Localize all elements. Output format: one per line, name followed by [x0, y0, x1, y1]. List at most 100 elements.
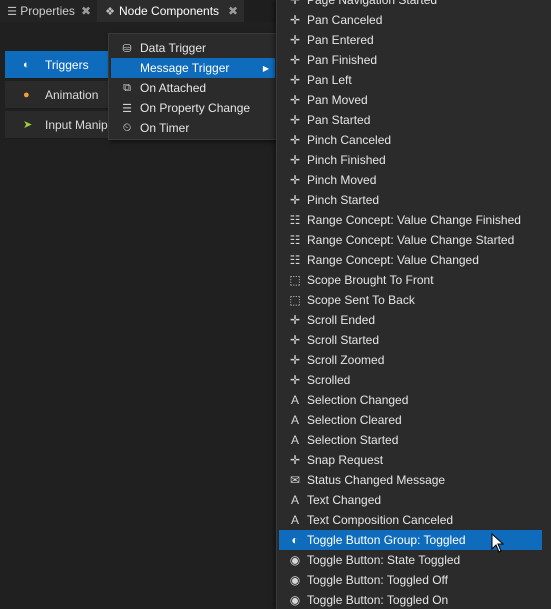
menu-item-snap-request[interactable]: ✛ Snap Request [279, 450, 542, 470]
menu-item-label: Pan Started [307, 113, 371, 127]
menu-item-label: Data Trigger [140, 41, 207, 55]
pan-icon: ✛ [289, 53, 301, 67]
menu-item-data-trigger[interactable]: ⛁ Data Trigger [111, 38, 275, 58]
menu-item-pinch-finished[interactable]: ✛ Pinch Finished [279, 150, 542, 170]
range-icon: ☷ [289, 233, 301, 247]
component-item-triggers[interactable]: ◐ Triggers [5, 51, 113, 79]
menu-item-page-navigation-started[interactable]: ✛ Page Navigation Started [279, 0, 542, 10]
menu-item-label: Selection Cleared [307, 413, 402, 427]
menu-item-label: Scope Brought To Front [307, 273, 434, 287]
menu-item-pan-started[interactable]: ✛ Pan Started [279, 110, 542, 130]
component-item-animation[interactable]: ● Animation [5, 81, 113, 109]
menu-item-scope-sent-to-back[interactable]: ⬚ Scope Sent To Back [279, 290, 542, 310]
menu-item-pan-finished[interactable]: ✛ Pan Finished [279, 50, 542, 70]
menu-item-on-property-change[interactable]: ☰ On Property Change [111, 98, 275, 118]
menu-item-scope-brought-to-front[interactable]: ⬚ Scope Brought To Front [279, 270, 542, 290]
menu-item-selection-cleared[interactable]: A Selection Cleared [279, 410, 542, 430]
menu-item-label: Toggle Button Group: Toggled [307, 533, 466, 547]
tab-label: Node Components [119, 4, 220, 18]
node-components-icon: ❖ [105, 5, 115, 18]
toggle-group-icon: ◐ [291, 533, 299, 547]
menu-item-pan-canceled[interactable]: ✛ Pan Canceled [279, 10, 542, 30]
menu-item-pinch-canceled[interactable]: ✛ Pinch Canceled [279, 130, 542, 150]
pan-icon: ✛ [289, 33, 301, 47]
menu-item-pinch-moved[interactable]: ✛ Pinch Moved [279, 170, 542, 190]
menu-item-scrolled[interactable]: ✛ Scrolled [279, 370, 542, 390]
menu-item-label: Selection Started [307, 433, 399, 447]
pan-icon: ✛ [289, 113, 301, 127]
pan-icon: ✛ [289, 353, 301, 367]
menu-item-on-timer[interactable]: ⏲ On Timer [111, 118, 275, 138]
menu-item-label: Toggle Button: State Toggled [307, 553, 461, 567]
menu-item-scroll-ended[interactable]: ✛ Scroll Ended [279, 310, 542, 330]
menu-item-range-concept-value-changed[interactable]: ☷ Range Concept: Value Changed [279, 250, 542, 270]
menu-item-range-concept-value-change-started[interactable]: ☷ Range Concept: Value Change Started [279, 230, 542, 250]
menu-item-pinch-started[interactable]: ✛ Pinch Started [279, 190, 542, 210]
menu-item-selection-started[interactable]: A Selection Started [279, 430, 542, 450]
menu-item-label: Scroll Ended [307, 313, 376, 327]
toggle-button-icon: ◉ [289, 553, 301, 567]
menu-item-label: Scope Sent To Back [307, 293, 415, 307]
menu-item-label: Scroll Zoomed [307, 353, 385, 367]
tab-node-components[interactable]: ❖ Node Components ✖ [97, 0, 244, 22]
menu-item-label: Pan Finished [307, 53, 378, 67]
menu-item-status-changed-message[interactable]: ✉ Status Changed Message [279, 470, 542, 490]
animation-icon: ● [23, 88, 30, 101]
menu-item-label: Pinch Canceled [307, 133, 392, 147]
menu-item-label: Pinch Moved [307, 173, 377, 187]
text-icon: A [290, 413, 299, 427]
menu-item-toggle-button-state-toggled[interactable]: ◉ Toggle Button: State Toggled [279, 550, 542, 570]
menu-item-on-attached[interactable]: ⧉ On Attached [111, 78, 275, 98]
menu-item-text-changed[interactable]: A Text Changed [279, 490, 542, 510]
menu-item-label: Range Concept: Value Changed [307, 253, 479, 267]
add-trigger-menu: ⛁ Data Trigger Message Trigger ▶ ⧉ On Attache… [108, 33, 278, 140]
menu-item-label: On Property Change [140, 101, 251, 115]
component-label: Input Manip [45, 117, 108, 132]
menu-item-label: Pan Canceled [307, 13, 383, 27]
text-icon: A [290, 493, 299, 507]
toggle-button-icon: ◉ [289, 573, 301, 587]
menu-item-message-trigger[interactable]: Message Trigger ▶ [111, 58, 275, 78]
menu-item-toggle-button-toggled-off[interactable]: ◉ Toggle Button: Toggled Off [279, 570, 542, 590]
pan-icon: ✛ [289, 13, 301, 27]
menu-item-pan-moved[interactable]: ✛ Pan Moved [279, 90, 542, 110]
component-item-input-manip[interactable]: ➤ Input Manip [5, 111, 113, 139]
menu-item-range-concept-value-change-finished[interactable]: ☷ Range Concept: Value Change Finished [279, 210, 542, 230]
menu-item-label: Snap Request [307, 453, 384, 467]
mouse-cursor-icon [491, 533, 505, 553]
input-icon: ➤ [23, 119, 33, 131]
menu-item-label: Status Changed Message [307, 473, 446, 487]
pan-icon: ✛ [289, 153, 301, 167]
range-icon: ☷ [289, 253, 301, 267]
tab-properties[interactable]: ☰ Properties ✖ [0, 0, 97, 22]
menu-item-label: Message Trigger [140, 61, 230, 75]
list-icon: ☰ [7, 5, 18, 18]
pan-icon: ✛ [289, 73, 301, 87]
chevron-right-icon: ▶ [262, 63, 269, 73]
close-icon[interactable]: ✖ [75, 4, 91, 18]
menu-item-label: Toggle Button: Toggled On [307, 593, 449, 607]
text-icon: A [290, 393, 299, 407]
database-icon: ⛁ [122, 42, 132, 55]
close-icon[interactable]: ✖ [222, 4, 238, 18]
menu-item-toggle-button-toggled-on[interactable]: ◉ Toggle Button: Toggled On [279, 590, 542, 609]
property-change-icon: ☰ [122, 102, 132, 115]
component-label: Triggers [45, 57, 89, 72]
menu-item-pan-entered[interactable]: ✛ Pan Entered [279, 30, 542, 50]
menu-item-pan-left[interactable]: ✛ Pan Left [279, 70, 542, 90]
menu-item-selection-changed[interactable]: A Selection Changed [279, 390, 542, 410]
pan-icon: ✛ [289, 333, 301, 347]
pan-icon: ✛ [289, 453, 301, 467]
menu-item-scroll-started[interactable]: ✛ Scroll Started [279, 330, 542, 350]
toggle-icon: ◐ [23, 58, 30, 71]
attached-icon: ⧉ [123, 81, 131, 94]
menu-item-label: Scrolled [307, 373, 351, 387]
pan-icon: ✛ [289, 133, 301, 147]
menu-item-label: Range Concept: Value Change Finished [307, 213, 521, 227]
menu-item-label: Pinch Started [307, 193, 380, 207]
menu-item-text-composition-canceled[interactable]: A Text Composition Canceled [279, 510, 542, 530]
menu-item-scroll-zoomed[interactable]: ✛ Scroll Zoomed [279, 350, 542, 370]
menu-item-label: Text Changed [307, 493, 382, 507]
message-trigger-submenu: ✛ Page Navigation Started ✛ Pan Canceled ✛ Pa… [276, 0, 551, 609]
range-icon: ☷ [289, 213, 301, 227]
